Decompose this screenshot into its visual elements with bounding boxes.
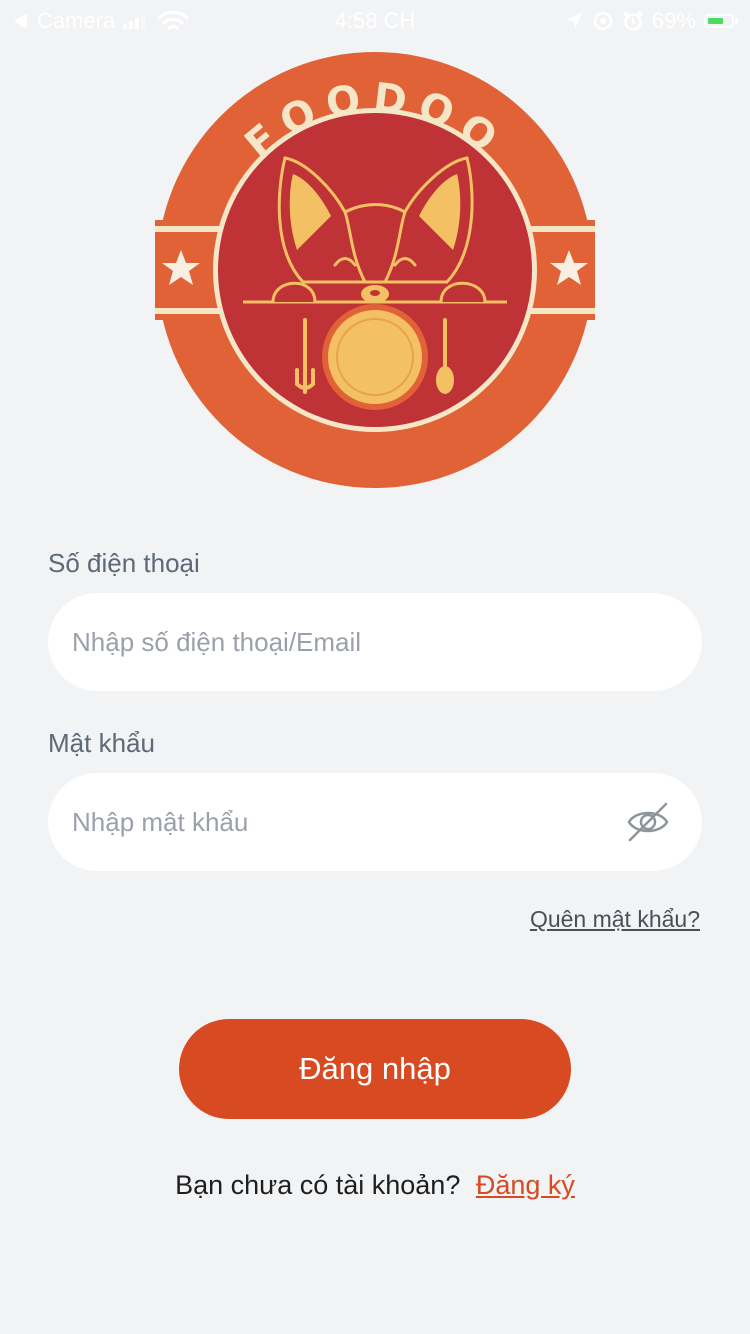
signup-link[interactable]: Đăng ký [476, 1170, 575, 1200]
battery-fill [708, 18, 723, 24]
login-button[interactable]: Đăng nhập [179, 1019, 571, 1119]
battery-percent: 69% [651, 8, 696, 33]
status-bar: Camera 4:58 CH 69% [0, 0, 750, 40]
foodoo-logo: FOODOO [155, 52, 595, 488]
eye-off-icon[interactable] [626, 800, 670, 844]
signup-prompt: Bạn chưa có tài khoản? [175, 1170, 461, 1200]
logo-band-right-top [529, 226, 595, 232]
logo-band-left-bottom [155, 308, 221, 314]
password-input[interactable] [72, 773, 612, 871]
logo-band-left-top [155, 226, 221, 232]
password-label: Mật khẩu [48, 728, 155, 758]
forgot-password-link[interactable]: Quên mật khẩu? [530, 906, 700, 933]
signup-row: Bạn chưa có tài khoản? Đăng ký [0, 1170, 750, 1201]
status-bar-right: 69% [564, 8, 738, 34]
phone-label: Số điện thoại [48, 548, 200, 578]
phone-field[interactable] [48, 593, 702, 691]
location-icon [565, 13, 582, 29]
orientation-lock-icon [593, 11, 613, 31]
alarm-icon [623, 11, 643, 31]
phone-input[interactable] [72, 593, 612, 691]
password-field[interactable] [48, 773, 702, 871]
battery-icon [704, 14, 738, 28]
logo-band-right-bottom [529, 308, 595, 314]
